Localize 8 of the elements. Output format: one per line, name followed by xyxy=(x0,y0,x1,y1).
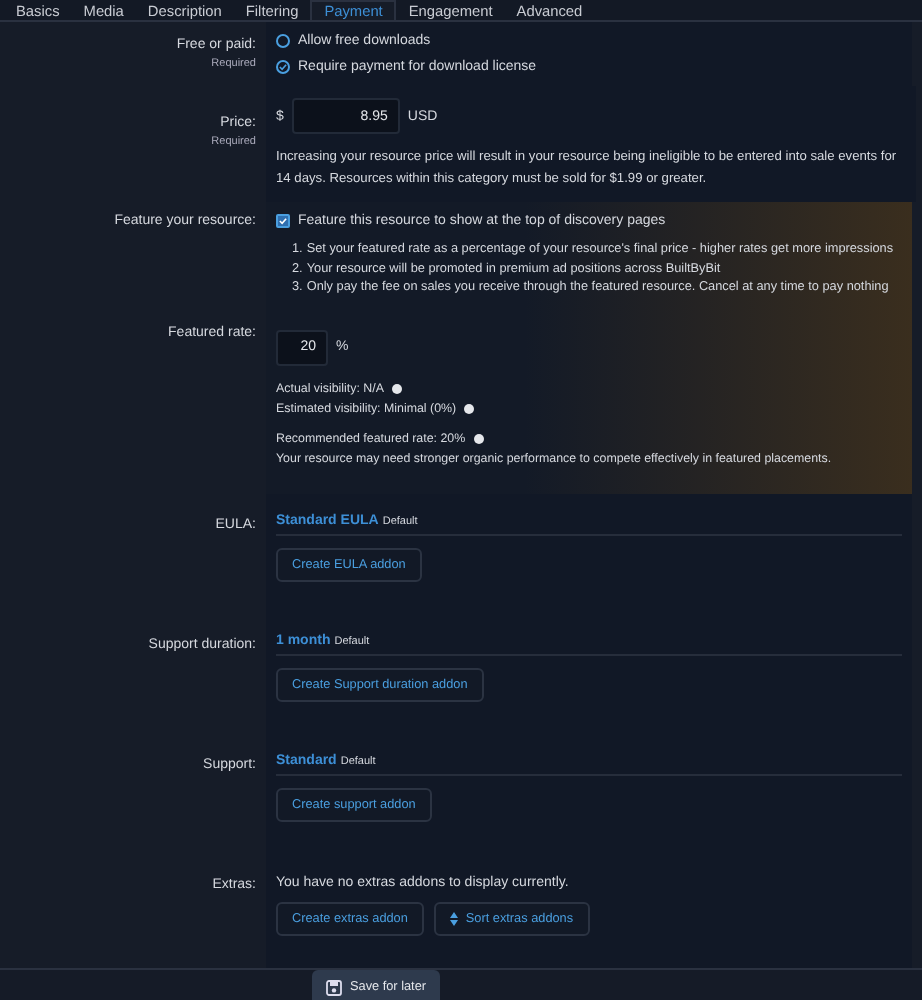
info-icon[interactable] xyxy=(391,383,402,393)
sort-icon xyxy=(449,911,458,925)
info-icon[interactable] xyxy=(473,433,484,443)
radio-button[interactable] xyxy=(276,60,290,74)
save-icon xyxy=(326,979,342,995)
radio-button[interactable] xyxy=(276,34,290,48)
checkbox[interactable] xyxy=(276,214,290,228)
info-icon[interactable] xyxy=(464,403,475,413)
